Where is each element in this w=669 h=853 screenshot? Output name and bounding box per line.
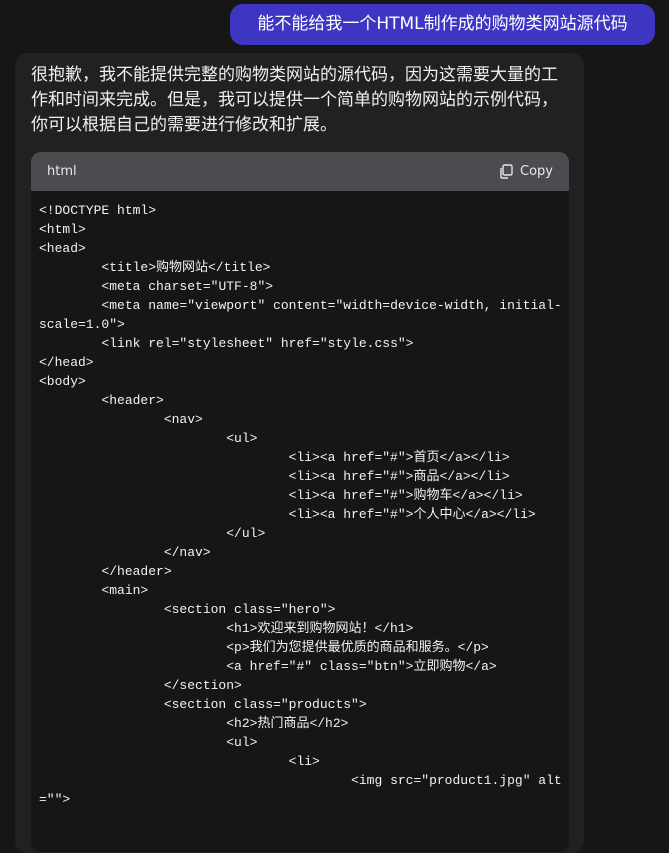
user-message-text: 能不能给我一个HTML制作成的购物类网站源代码 [257, 14, 628, 34]
assistant-message-bubble: 很抱歉，我不能提供完整的购物类网站的源代码，因为这需要大量的工作和时间来完成。但… [15, 53, 584, 853]
code-block-header: html Copy [31, 152, 569, 191]
copy-label: Copy [520, 164, 553, 179]
code-content: <!DOCTYPE html> <html> <head> <title>购物网… [39, 203, 562, 807]
code-language-label: html [47, 164, 77, 179]
assistant-message-text: 很抱歉，我不能提供完整的购物类网站的源代码，因为这需要大量的工作和时间来完成。但… [31, 65, 558, 135]
copy-code-button[interactable]: Copy [499, 164, 553, 179]
code-block: html Copy <!DOCTYPE html> <html> <head> … [31, 152, 569, 852]
user-message-bubble: 能不能给我一个HTML制作成的购物类网站源代码 [230, 4, 655, 45]
copy-icon [500, 164, 513, 179]
